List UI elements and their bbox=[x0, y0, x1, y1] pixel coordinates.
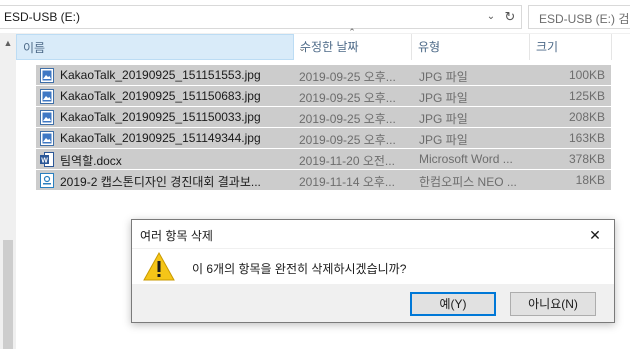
image-file-icon bbox=[40, 110, 54, 125]
file-size: 18KB bbox=[575, 173, 605, 187]
file-name: KakaoTalk_20190925_151149344.jpg bbox=[60, 131, 261, 145]
search-placeholder: ESD-USB (E:) 검색 bbox=[539, 12, 630, 26]
svg-text:W: W bbox=[41, 158, 48, 165]
image-file-icon bbox=[40, 89, 54, 104]
scroll-up-icon[interactable]: ▲ bbox=[2, 38, 14, 48]
search-input[interactable]: ESD-USB (E:) 검색 bbox=[528, 5, 630, 29]
sort-ascending-icon: ⌃ bbox=[348, 27, 356, 37]
file-size: 163KB bbox=[568, 131, 605, 145]
file-row[interactable]: KakaoTalk_20190925_151150683.jpg 2019-09… bbox=[36, 86, 611, 107]
column-header-type-label: 유형 bbox=[418, 40, 441, 54]
hwp-file-icon bbox=[40, 173, 54, 188]
file-type: 한컴오피스 NEO ... bbox=[419, 175, 517, 189]
file-size: 125KB bbox=[568, 89, 605, 103]
yes-button[interactable]: 예(Y) bbox=[410, 292, 496, 316]
file-row[interactable]: KakaoTalk_20190925_151151553.jpg 2019-09… bbox=[36, 65, 611, 86]
file-name: KakaoTalk_20190925_151151553.jpg bbox=[60, 68, 261, 82]
file-size: 208KB bbox=[568, 110, 605, 124]
file-date: 2019-11-20 오전... bbox=[299, 154, 395, 168]
address-bar-area: ESD-USB (E:) ⌄ ↻ ESD-USB (E:) 검색 bbox=[0, 0, 630, 34]
address-bar[interactable]: ESD-USB (E:) ⌄ ↻ bbox=[0, 5, 522, 29]
file-type: JPG 파일 bbox=[419, 112, 468, 126]
column-header-type[interactable]: 유형 bbox=[412, 34, 530, 60]
file-name: KakaoTalk_20190925_151150683.jpg bbox=[60, 89, 261, 103]
file-date: 2019-09-25 오후... bbox=[299, 133, 396, 147]
file-row[interactable]: KakaoTalk_20190925_151149344.jpg 2019-09… bbox=[36, 128, 611, 149]
word-file-icon: W bbox=[40, 152, 54, 167]
column-header-date-label: 수정한 날짜 bbox=[300, 40, 359, 54]
dialog-message: 이 6개의 항목을 완전히 삭제하시겠습니까? bbox=[192, 262, 407, 276]
delete-dialog: 여러 항목 삭제 ✕ 이 6개의 항목을 완전히 삭제하시겠습니까? 예(Y) … bbox=[131, 219, 615, 323]
image-file-icon bbox=[40, 68, 54, 83]
column-header-size-label: 크기 bbox=[536, 40, 559, 54]
scrollbar-thumb[interactable] bbox=[3, 240, 13, 349]
file-type: JPG 파일 bbox=[419, 91, 468, 105]
file-list: KakaoTalk_20190925_151151553.jpg 2019-09… bbox=[36, 65, 611, 191]
dialog-title: 여러 항목 삭제 bbox=[140, 229, 213, 243]
file-type: JPG 파일 bbox=[419, 133, 468, 147]
file-date: 2019-09-25 오후... bbox=[299, 91, 396, 105]
file-type: JPG 파일 bbox=[419, 70, 468, 84]
close-icon[interactable]: ✕ bbox=[582, 224, 608, 246]
file-size: 378KB bbox=[568, 152, 605, 166]
vertical-scrollbar[interactable]: ▲ bbox=[0, 34, 16, 349]
column-header-name-label: 이름 bbox=[23, 41, 46, 55]
dialog-titlebar[interactable]: 여러 항목 삭제 ✕ bbox=[132, 220, 614, 248]
file-row[interactable]: W 팀역할.docx 2019-11-20 오전... Microsoft Wo… bbox=[36, 149, 611, 170]
address-path[interactable]: ESD-USB (E:) bbox=[4, 10, 80, 24]
column-header-date[interactable]: 수정한 날짜 bbox=[294, 34, 412, 60]
image-file-icon bbox=[40, 131, 54, 146]
file-name: 2019-2 캡스톤디자인 경진대회 결과보... bbox=[60, 175, 261, 189]
no-button[interactable]: 아니요(N) bbox=[510, 292, 596, 316]
file-row[interactable]: KakaoTalk_20190925_151150033.jpg 2019-09… bbox=[36, 107, 611, 128]
file-date: 2019-09-25 오후... bbox=[299, 112, 396, 126]
file-size: 100KB bbox=[568, 68, 605, 82]
refresh-icon[interactable]: ↻ bbox=[502, 9, 518, 25]
dialog-footer: 예(Y) 아니요(N) bbox=[132, 284, 614, 322]
column-header-name[interactable]: 이름 ⌄ bbox=[16, 34, 306, 60]
file-row[interactable]: 2019-2 캡스톤디자인 경진대회 결과보... 2019-11-14 오후.… bbox=[36, 170, 611, 191]
file-name: 팀역할.docx bbox=[60, 154, 122, 168]
warning-icon bbox=[143, 251, 175, 281]
file-type: Microsoft Word ... bbox=[419, 152, 513, 166]
file-date: 2019-11-14 오후... bbox=[299, 175, 395, 189]
chevron-down-icon[interactable]: ⌄ bbox=[484, 10, 498, 24]
column-header-size[interactable]: 크기 bbox=[530, 34, 612, 60]
file-date: 2019-09-25 오후... bbox=[299, 70, 396, 84]
file-name: KakaoTalk_20190925_151150033.jpg bbox=[60, 110, 261, 124]
